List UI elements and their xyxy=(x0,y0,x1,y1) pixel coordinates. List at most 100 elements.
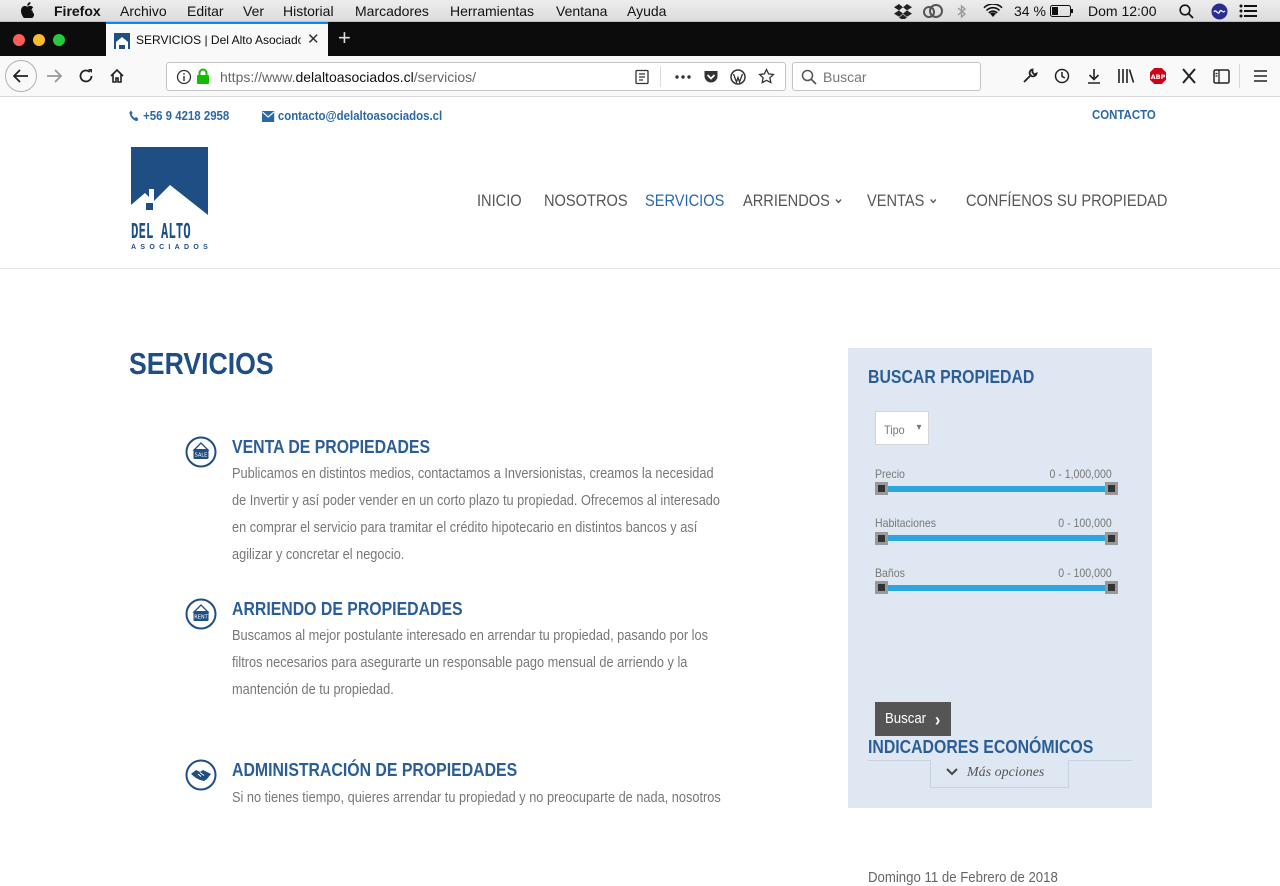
wordpress-icon[interactable] xyxy=(730,69,746,90)
window-minimize-button[interactable] xyxy=(33,34,45,46)
x-extension-icon[interactable] xyxy=(1177,64,1201,88)
service-title-arriendo: ARRIENDO DE PROPIEDADES xyxy=(232,599,463,619)
tipo-select[interactable]: Tipo ▼ xyxy=(875,411,929,445)
habitaciones-slider-max-handle[interactable] xyxy=(1105,532,1118,545)
history-icon[interactable] xyxy=(1050,64,1074,88)
email-icon xyxy=(262,110,275,122)
url-text[interactable]: https://www.delaltoasociados.cl/servicio… xyxy=(220,69,476,85)
window-zoom-button[interactable] xyxy=(53,34,65,46)
menu-ayuda[interactable]: Ayuda xyxy=(627,3,666,19)
banos-slider-track[interactable] xyxy=(881,585,1112,591)
email-link[interactable]: contacto@delaltoasociados.cl xyxy=(262,109,442,123)
hamburger-menu-icon[interactable] xyxy=(1248,64,1272,88)
banos-slider-min-handle[interactable] xyxy=(875,581,888,594)
menu-marcadores[interactable]: Marcadores xyxy=(355,3,429,19)
pocket-icon[interactable] xyxy=(703,69,719,90)
menu-historial[interactable]: Historial xyxy=(283,3,334,19)
buscar-button[interactable]: Buscar › xyxy=(875,702,951,736)
mas-opciones-label: Más opciones xyxy=(967,765,1045,780)
indicadores-date: Domingo 11 de Febrero de 2018 xyxy=(868,869,1058,886)
back-icon[interactable] xyxy=(5,60,37,92)
habitaciones-slider-track[interactable] xyxy=(881,535,1112,541)
clock[interactable]: Dom 12:00 xyxy=(1088,3,1156,19)
precio-slider-min-handle[interactable] xyxy=(875,482,888,495)
phone-link[interactable]: +56 9 4218 2958 xyxy=(129,109,229,123)
mas-opciones-toggle[interactable]: Más opciones xyxy=(930,760,1069,788)
adblock-plus-icon[interactable]: ABP xyxy=(1146,64,1170,88)
menu-ver[interactable]: Ver xyxy=(243,3,264,19)
siri-icon[interactable] xyxy=(1209,3,1229,19)
tab-title: SERVICIOS | Del Alto Asociados xyxy=(136,33,301,47)
library-icon[interactable] xyxy=(1114,64,1138,88)
new-tab-icon[interactable]: + xyxy=(338,26,351,50)
habitaciones-value: 0 - 100,000 xyxy=(1058,516,1112,530)
rent-sign-icon: RENT xyxy=(185,598,217,630)
bluetooth-icon[interactable] xyxy=(955,3,969,19)
logo-subtext: ASOCIADOS xyxy=(131,244,213,251)
menu-archivo[interactable]: Archivo xyxy=(120,3,167,19)
nav-servicios[interactable]: SERVICIOS xyxy=(645,192,724,210)
caret-down-icon: ▼ xyxy=(915,422,924,432)
precio-label: Precio xyxy=(875,467,905,481)
sidebar-toggle-icon[interactable] xyxy=(1209,64,1233,88)
menu-herramientas[interactable]: Herramientas xyxy=(450,3,534,19)
nav-arriendos[interactable]: ARRIENDOS xyxy=(743,192,844,210)
site-favicon-icon xyxy=(114,33,130,49)
forward-icon[interactable] xyxy=(39,61,69,91)
precio-slider-max-handle[interactable] xyxy=(1105,482,1118,495)
habitaciones-slider-min-handle[interactable] xyxy=(875,532,888,545)
phone-icon xyxy=(129,110,139,122)
downloads-icon[interactable] xyxy=(1082,64,1106,88)
precio-value: 0 - 1,000,000 xyxy=(1049,467,1112,481)
nav-arriendos-label: ARRIENDOS xyxy=(743,191,830,210)
menu-ventana[interactable]: Ventana xyxy=(556,3,607,19)
search-input[interactable] xyxy=(823,68,973,86)
url-bar-divider xyxy=(660,66,661,87)
site-info-icon[interactable] xyxy=(176,69,192,90)
reader-view-icon[interactable] xyxy=(634,69,650,90)
nav-confienos[interactable]: CONFÍENOS SU PROPIEDAD xyxy=(966,192,1167,210)
banos-slider-max-handle[interactable] xyxy=(1105,581,1118,594)
svg-text:SALE: SALE xyxy=(195,453,208,459)
precio-slider-track[interactable] xyxy=(881,486,1112,492)
menu-app-name[interactable]: Firefox xyxy=(54,3,101,19)
dropbox-icon[interactable] xyxy=(893,3,913,19)
handshake-icon xyxy=(185,759,217,791)
spotlight-icon[interactable] xyxy=(1177,3,1195,19)
phone-number: +56 9 4218 2958 xyxy=(143,108,230,123)
tab-servicios[interactable]: SERVICIOS | Del Alto Asociados ✕ xyxy=(106,22,328,56)
secure-lock-icon[interactable] xyxy=(196,68,210,90)
service-text-arriendo: Buscamos al mejor postulante interesado … xyxy=(232,628,708,698)
habitaciones-label: Habitaciones xyxy=(875,516,937,530)
notification-center-icon[interactable] xyxy=(1238,3,1258,19)
menu-editar[interactable]: Editar xyxy=(187,3,224,19)
reload-icon[interactable] xyxy=(71,61,101,91)
contacto-top-link[interactable]: CONTACTO xyxy=(1092,107,1156,122)
tipo-select-value: Tipo xyxy=(884,423,905,437)
url-bar[interactable]: https://www.delaltoasociados.cl/servicio… xyxy=(166,62,786,91)
page-title: SERVICIOS xyxy=(129,346,274,381)
creative-cloud-icon[interactable] xyxy=(922,3,944,19)
battery-icon[interactable] xyxy=(1049,3,1073,19)
nav-nosotros[interactable]: NOSOTROS xyxy=(544,192,628,210)
nav-inicio[interactable]: INICIO xyxy=(477,192,522,210)
svg-text:RENT: RENT xyxy=(194,615,208,621)
apple-icon[interactable] xyxy=(20,2,35,21)
property-search-sidebar: BUSCAR PROPIEDAD Tipo ▼ Precio 0 - 1,000… xyxy=(848,348,1152,886)
window-close-button[interactable] xyxy=(13,34,25,46)
page-actions-icon[interactable] xyxy=(674,69,692,90)
website-content: +56 9 4218 2958 contacto@delaltoasociado… xyxy=(0,97,1280,886)
banos-value: 0 - 100,000 xyxy=(1058,566,1112,580)
wifi-icon[interactable] xyxy=(982,3,1004,19)
bookmark-star-icon[interactable] xyxy=(758,67,775,90)
service-title-venta: VENTA DE PROPIEDADES xyxy=(232,437,431,457)
service-title-administracion: ADMINISTRACIÓN DE PROPIEDADES xyxy=(232,760,518,780)
del-alto-logo[interactable]: DEL ALTO ASOCIADOS xyxy=(131,147,209,255)
tab-close-icon[interactable]: ✕ xyxy=(307,32,320,48)
search-bar[interactable] xyxy=(792,62,981,91)
home-icon[interactable] xyxy=(102,61,132,91)
nav-ventas[interactable]: VENTAS xyxy=(867,192,938,210)
tab-strip: SERVICIOS | Del Alto Asociados ✕ + xyxy=(0,22,1280,56)
service-text-administracion: Si no tienes tiempo, quieres arrendar tu… xyxy=(232,790,721,806)
wrench-icon[interactable] xyxy=(1018,64,1042,88)
